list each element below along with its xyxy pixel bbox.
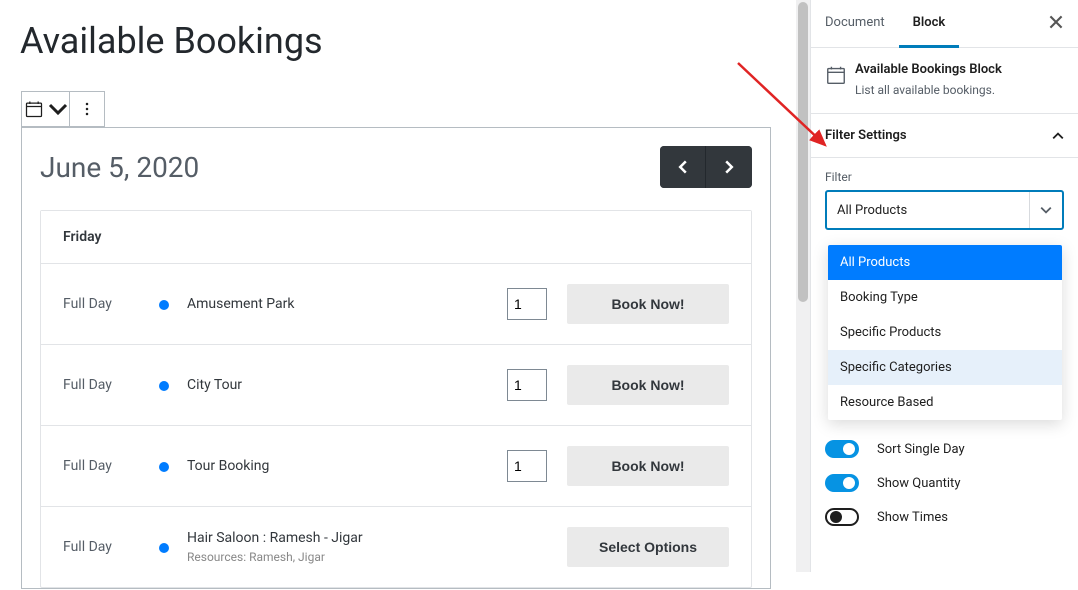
close-sidebar-button[interactable] (1034, 14, 1078, 33)
booking-time: Full Day (63, 296, 159, 312)
status-dot (159, 376, 187, 395)
sidebar-tabs: Document Block (811, 0, 1078, 48)
day-card: Friday Full DayAmusement ParkBook Now!Fu… (40, 210, 752, 588)
panel-filter-settings-header[interactable]: Filter Settings (811, 114, 1078, 158)
book-button[interactable]: Book Now! (567, 365, 729, 405)
block-container: June 5, 2020 Friday Full Day Amusement Pa… (20, 90, 796, 590)
panel-title: Filter Settings (825, 128, 907, 143)
chevron-down-icon (48, 99, 68, 119)
quantity-input[interactable] (507, 369, 547, 401)
booking-title: Tour Booking (187, 458, 507, 474)
tab-document[interactable]: Document (811, 0, 899, 48)
dropdown-option[interactable]: Resource Based (828, 385, 1062, 420)
current-date: June 5, 2020 (40, 151, 199, 184)
filter-select[interactable]: All Products (825, 190, 1064, 230)
block-name: Available Bookings Block (855, 62, 1002, 77)
chevron-up-icon (1052, 130, 1064, 142)
booking-row: Full Day City Tour Book Now! (41, 345, 751, 426)
panel-filter-settings-body: Filter All Products (811, 158, 1078, 242)
book-button[interactable]: Book Now! (567, 284, 729, 324)
toggle-switch[interactable] (825, 474, 859, 492)
block-info-card: Available Bookings Block List all availa… (811, 48, 1078, 114)
booking-time: Full Day (63, 377, 159, 393)
day-header: Friday (41, 211, 751, 264)
toggle-label: Show Times (877, 510, 948, 525)
toggle-row: Show Quantity (811, 466, 1078, 500)
booking-row: Full Day Amusement Park Book Now! (41, 264, 751, 345)
more-options-button[interactable] (69, 91, 105, 127)
chevron-left-icon (676, 160, 690, 174)
filter-dropdown: All ProductsBooking TypeSpecific Product… (828, 245, 1062, 420)
page-title: Available Bookings (20, 20, 796, 62)
booking-time: Full Day (63, 539, 159, 555)
dropdown-option[interactable]: All Products (828, 245, 1062, 280)
block-description: List all available bookings. (855, 83, 1002, 97)
booking-row: Full Day Tour Booking Book Now! (41, 426, 751, 507)
status-dot (159, 538, 187, 557)
dropdown-option[interactable]: Specific Categories (828, 350, 1062, 385)
book-button[interactable]: Select Options (567, 527, 729, 567)
block-type-button[interactable] (21, 91, 69, 127)
status-dot (159, 295, 187, 314)
dropdown-option[interactable]: Booking Type (828, 280, 1062, 315)
date-nav-row: June 5, 2020 (40, 146, 752, 188)
scrollbar-thumb[interactable] (798, 2, 808, 302)
chevron-right-icon (722, 160, 736, 174)
toggle-switch[interactable] (825, 508, 859, 526)
toggle-row: Sort Single Day (811, 432, 1078, 466)
scrollbar[interactable] (796, 0, 810, 572)
quantity-input[interactable] (507, 288, 547, 320)
booking-subtitle: Resources: Ramesh, Jigar (187, 550, 507, 564)
prev-day-button[interactable] (660, 146, 706, 188)
calendar-icon (825, 62, 855, 97)
book-button[interactable]: Book Now! (567, 446, 729, 486)
toggle-label: Show Quantity (877, 476, 960, 491)
chevron-down-icon (1029, 192, 1052, 228)
booking-title: Amusement Park (187, 296, 507, 312)
filter-selected-value: All Products (837, 203, 907, 218)
booking-title: Hair Saloon : Ramesh - JigarResources: R… (187, 530, 507, 564)
filter-label: Filter (825, 170, 1064, 184)
booking-time: Full Day (63, 458, 159, 474)
block-toolbar (21, 91, 795, 127)
next-day-button[interactable] (706, 146, 752, 188)
tab-block[interactable]: Block (899, 0, 960, 48)
toggle-label: Sort Single Day (877, 442, 965, 457)
date-nav-group (660, 146, 752, 188)
dropdown-option[interactable]: Specific Products (828, 315, 1062, 350)
booking-title: City Tour (187, 377, 507, 393)
calendar-icon (24, 99, 44, 119)
editor-main: Available Bookings June 5, 2020 (0, 0, 796, 572)
close-icon (1049, 15, 1063, 29)
toggle-switch[interactable] (825, 440, 859, 458)
status-dot (159, 457, 187, 476)
toggle-row: Show Times (811, 500, 1078, 534)
dots-vertical-icon (77, 99, 97, 119)
quantity-input[interactable] (507, 450, 547, 482)
booking-row: Full Day Hair Saloon : Ramesh - JigarReso… (41, 507, 751, 587)
block-body: June 5, 2020 Friday Full Day Amusement Pa… (21, 127, 771, 589)
